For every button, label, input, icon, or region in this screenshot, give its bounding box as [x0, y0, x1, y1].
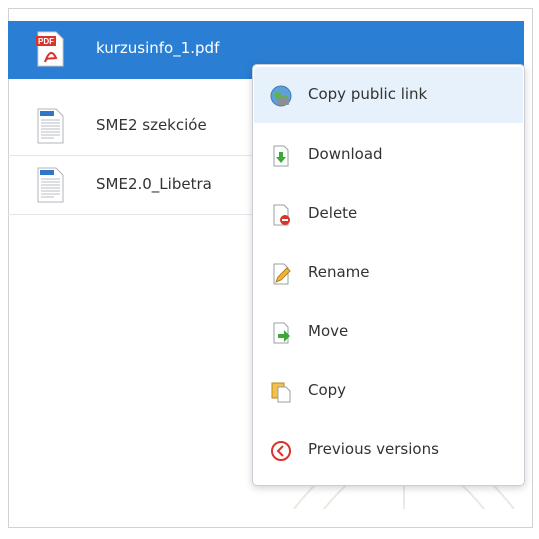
file-context-menu: Copy public link Download Delete Rename … [252, 64, 525, 486]
menu-item-copy-public-link[interactable]: Copy public link [254, 67, 523, 123]
menu-item-delete[interactable]: Delete [254, 186, 523, 242]
menu-item-rename[interactable]: Rename [254, 245, 523, 301]
delete-icon [273, 204, 290, 226]
menu-item-label: Move [308, 322, 349, 340]
menu-item-label: Previous versions [308, 440, 439, 458]
menu-item-copy[interactable]: Copy [254, 363, 523, 419]
previous-versions-icon [271, 441, 291, 461]
public-link-icon [270, 85, 292, 107]
document-file-icon [37, 167, 64, 203]
move-icon [273, 322, 290, 344]
menu-item-label: Download [308, 145, 383, 163]
menu-item-label: Copy public link [308, 85, 428, 103]
menu-item-label: Rename [308, 263, 370, 281]
copy-icon [271, 382, 291, 403]
menu-item-label: Copy [308, 381, 347, 399]
menu-item-download[interactable]: Download [254, 127, 523, 183]
file-name: SME2.0_Libetra [96, 175, 212, 193]
download-icon [273, 145, 289, 167]
rename-icon [273, 263, 291, 285]
svg-text:PDF: PDF [38, 37, 54, 46]
file-name: kurzusinfo_1.pdf [96, 39, 220, 57]
pdf-file-icon: PDF [36, 31, 64, 67]
menu-item-label: Delete [308, 204, 358, 222]
menu-item-previous-versions[interactable]: Previous versions [254, 422, 523, 478]
document-file-icon [37, 108, 64, 144]
menu-item-move[interactable]: Move [254, 304, 523, 360]
file-name: SME2 szekcióe [96, 116, 207, 134]
